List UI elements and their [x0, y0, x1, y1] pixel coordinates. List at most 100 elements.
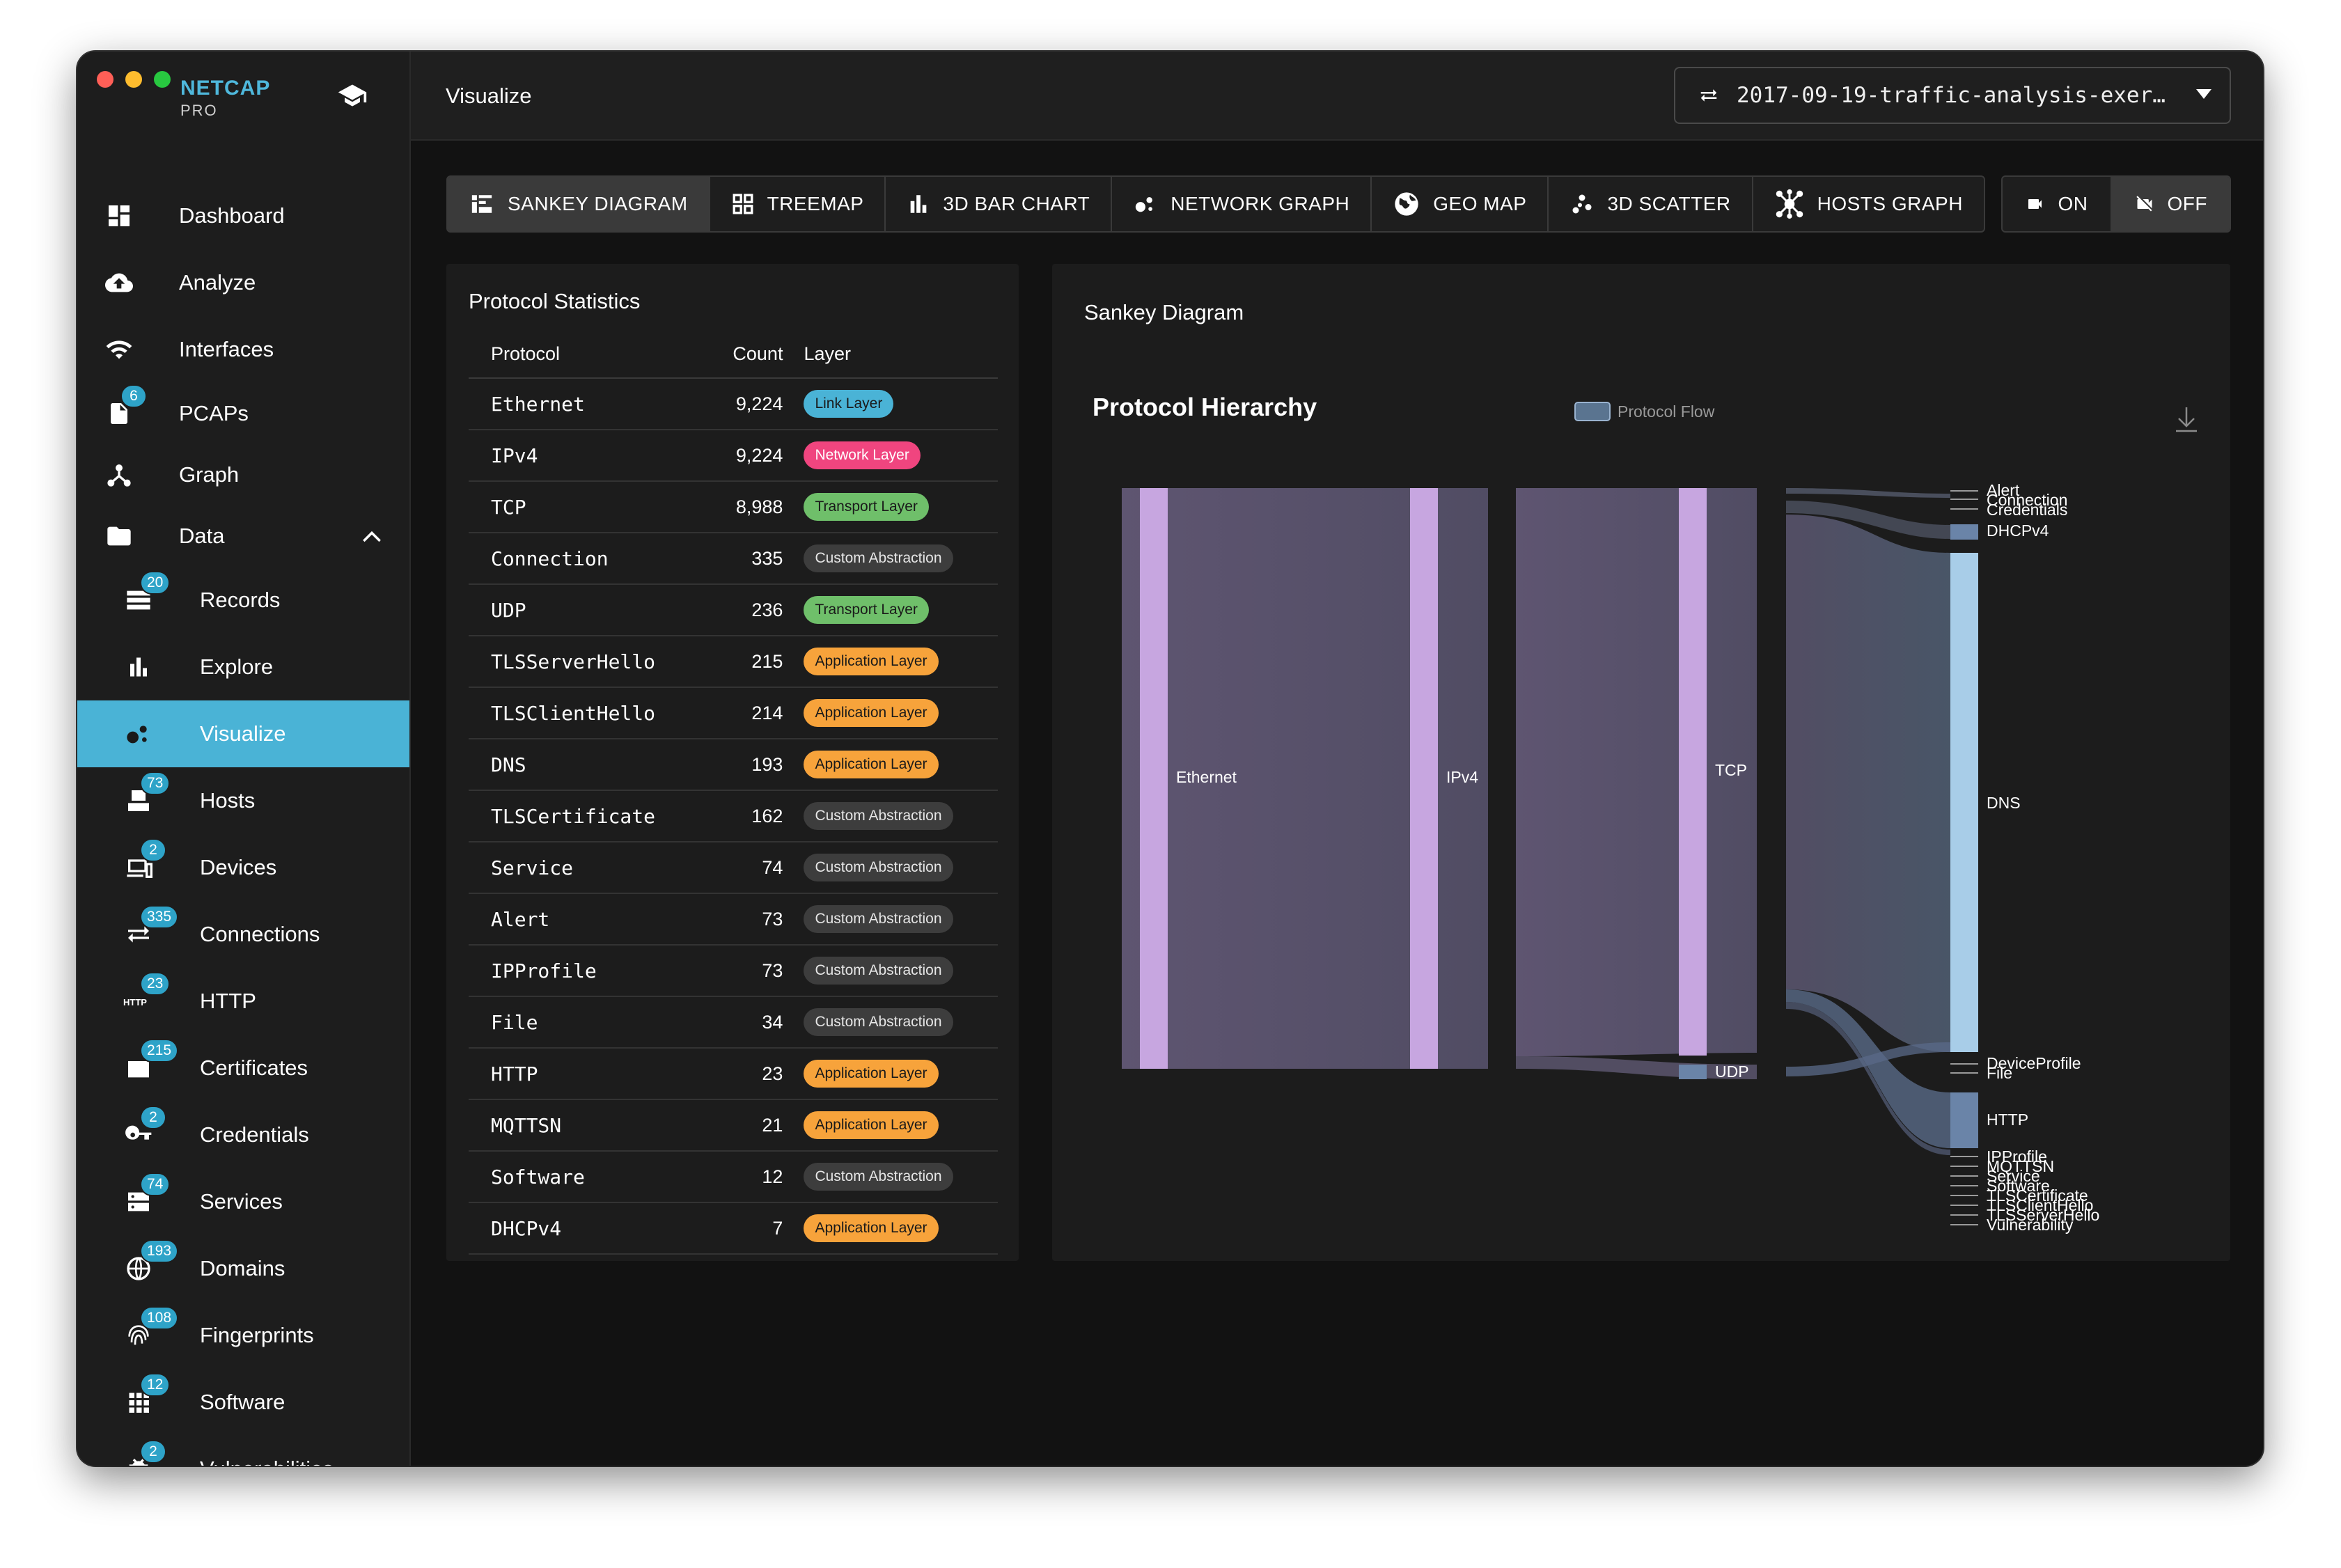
sidebar-item-label: Visualize: [200, 721, 286, 746]
credentials-count-badge: 2: [140, 1106, 166, 1129]
table-row[interactable]: DNS 193 Application Layer: [469, 739, 998, 791]
page-title: Visualize: [446, 84, 532, 108]
sidebar-item-explore[interactable]: Explore: [77, 634, 409, 700]
svg-text:HTTP: HTTP: [123, 997, 147, 1008]
sidebar-item-vulnerabilities[interactable]: 2 Vulnerabilities: [77, 1436, 409, 1466]
legend-label: Protocol Flow: [1618, 402, 1715, 421]
layer-cell: Link Layer: [804, 378, 998, 430]
sidebar-item-visualize[interactable]: Visualize: [77, 700, 409, 767]
table-row[interactable]: Alert 73 Custom Abstraction: [469, 893, 998, 946]
layer-cell: Custom Abstraction: [804, 533, 998, 585]
table-row[interactable]: File 34 Custom Abstraction: [469, 996, 998, 1049]
layer-badge: Application Layer: [804, 1214, 939, 1242]
top-bar: Visualize 2017-09-19-traffic-analysis-ex…: [411, 52, 2263, 141]
node-ipv4[interactable]: [1410, 488, 1438, 1069]
key-icon: 2: [122, 1106, 166, 1152]
tab-treemap[interactable]: TREEMAP: [710, 177, 886, 231]
sidebar-item-dashboard[interactable]: Dashboard: [77, 182, 409, 249]
chevron-up-icon[interactable]: [362, 529, 382, 543]
tab-sankey-diagram[interactable]: SANKEY DIAGRAM: [448, 177, 710, 231]
count-cell: 7: [711, 1202, 804, 1255]
layer-badge: Link Layer: [804, 390, 894, 418]
tab-3d-bar-chart[interactable]: 3D BAR CHART: [886, 177, 1113, 231]
table-row[interactable]: HTTP 23 Application Layer: [469, 1048, 998, 1100]
sidebar-item-data[interactable]: Data: [77, 505, 409, 567]
column-header-count[interactable]: Count: [711, 331, 804, 379]
protocol-table-body: Ethernet 9,224 Link Layer IPv4 9,224 Network …: [469, 378, 998, 1255]
table-row[interactable]: TLSServerHello 215 Application Layer: [469, 636, 998, 688]
tab-network-graph[interactable]: NETWORK GRAPH: [1112, 177, 1372, 231]
graduation-cap-icon[interactable]: [335, 81, 370, 111]
node-label-dns: DNS: [1987, 794, 2021, 812]
sidebar-item-http[interactable]: HTTP 23 HTTP: [77, 968, 409, 1035]
sidebar-item-interfaces[interactable]: Interfaces: [77, 316, 409, 383]
protocol-cell: DHCPv4: [469, 1202, 712, 1255]
layer-badge: Custom Abstraction: [804, 544, 953, 572]
sidebar-item-label: Graph: [179, 462, 240, 487]
sidebar-item-credentials[interactable]: 2 Credentials: [77, 1101, 409, 1168]
node-dhcpv4[interactable]: [1950, 524, 1978, 540]
node-ethernet[interactable]: [1140, 488, 1168, 1069]
count-cell: 8,988: [711, 481, 804, 533]
table-row[interactable]: Service 74 Custom Abstraction: [469, 842, 998, 894]
table-row[interactable]: Software 12 Custom Abstraction: [469, 1151, 998, 1203]
sidebar-item-devices[interactable]: 2 Devices: [77, 834, 409, 901]
sidebar-item-fingerprints[interactable]: 108 Fingerprints: [77, 1302, 409, 1369]
toggle-off-label: OFF: [2167, 193, 2207, 214]
node-tcp[interactable]: [1679, 488, 1707, 1056]
table-row[interactable]: UDP 236 Transport Layer: [469, 584, 998, 636]
hosts-icon: 73: [122, 771, 171, 817]
protocol-cell: Alert: [469, 893, 712, 946]
maximize-window-button[interactable]: [154, 71, 171, 88]
tab-hosts-graph[interactable]: HOSTS GRAPH: [1753, 177, 1984, 231]
sankey-diagram-panel: Sankey Diagram Protocol Hierarchy Protoc…: [1052, 264, 2230, 1261]
close-window-button[interactable]: [97, 71, 113, 88]
sidebar-item-label: Dashboard: [179, 203, 285, 228]
sidebar-item-records[interactable]: 20 Records: [77, 567, 409, 634]
sidebar-item-pcaps[interactable]: 6 PCAPs: [77, 383, 409, 444]
layer-cell: Custom Abstraction: [804, 996, 998, 1049]
sidebar-nav: Dashboard Analyze Interfaces 6 PCAPs Gra…: [77, 182, 409, 1466]
capture-file-select[interactable]: 2017-09-19-traffic-analysis-exer…: [1674, 67, 2231, 124]
toggle-off-button[interactable]: OFF: [2111, 177, 2230, 231]
tab-3d-scatter[interactable]: 3D SCATTER: [1549, 177, 1753, 231]
column-header-protocol[interactable]: Protocol: [469, 331, 712, 379]
node-label-udp: UDP: [1715, 1063, 1749, 1081]
http-icon: HTTP 23: [122, 972, 171, 1018]
sidebar-item-connections[interactable]: 335 Connections: [77, 901, 409, 968]
table-row[interactable]: Ethernet 9,224 Link Layer: [469, 378, 998, 430]
sidebar-item-software[interactable]: 12 Software: [77, 1369, 409, 1436]
layer-badge: Custom Abstraction: [804, 957, 953, 985]
software-count-badge: 12: [140, 1373, 171, 1397]
sidebar-item-analyze[interactable]: Analyze: [77, 249, 409, 316]
table-row[interactable]: TLSClientHello 214 Application Layer: [469, 687, 998, 739]
sidebar-item-services[interactable]: 74 Services: [77, 1168, 409, 1235]
node-label-credentials: Credentials: [1987, 501, 2067, 519]
sidebar-item-graph[interactable]: Graph: [77, 444, 409, 505]
node-udp[interactable]: [1679, 1065, 1707, 1079]
node-label-ipv4: IPv4: [1446, 768, 1478, 786]
tab-label: HOSTS GRAPH: [1817, 193, 1963, 214]
tab-geo-map[interactable]: GEO MAP: [1372, 177, 1549, 231]
wifi-icon: [102, 333, 136, 366]
node-http[interactable]: [1950, 1092, 1978, 1148]
sidebar-item-certificates[interactable]: 215 Certificates: [77, 1035, 409, 1101]
minimize-window-button[interactable]: [125, 71, 142, 88]
table-row[interactable]: TLSCertificate 162 Custom Abstraction: [469, 790, 998, 842]
table-row[interactable]: TCP 8,988 Transport Layer: [469, 481, 998, 533]
toggle-on-button[interactable]: ON: [2003, 177, 2112, 231]
sidebar-item-domains[interactable]: 193 Domains: [77, 1235, 409, 1302]
layer-badge: Custom Abstraction: [804, 1163, 953, 1191]
node-dns[interactable]: [1950, 553, 1978, 1052]
table-row[interactable]: IPv4 9,224 Network Layer: [469, 430, 998, 482]
column-header-layer[interactable]: Layer: [804, 331, 998, 379]
download-icon[interactable]: [2176, 407, 2197, 432]
layer-badge: Custom Abstraction: [804, 802, 953, 830]
table-row[interactable]: MQTTSN 21 Application Layer: [469, 1099, 998, 1152]
sidebar-item-label: Services: [200, 1189, 283, 1214]
sidebar-item-hosts[interactable]: 73 Hosts: [77, 767, 409, 834]
table-row[interactable]: DHCPv4 7 Application Layer: [469, 1202, 998, 1255]
vulnerabilities-count-badge: 2: [140, 1440, 166, 1464]
table-row[interactable]: IPProfile 73 Custom Abstraction: [469, 945, 998, 997]
table-row[interactable]: Connection 335 Custom Abstraction: [469, 533, 998, 585]
